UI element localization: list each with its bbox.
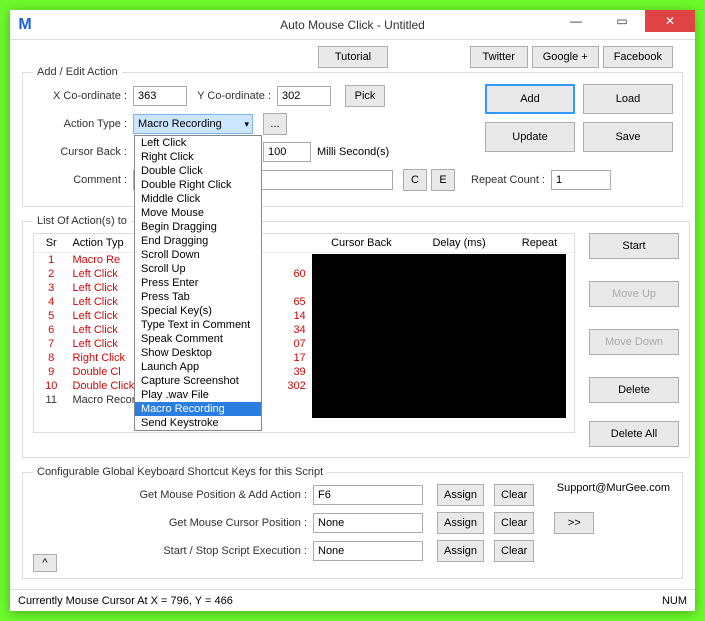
comment-label: Comment : [33, 174, 133, 186]
actions-table-area: Sr Action Typ Cursor Back Delay (ms) Rep… [33, 233, 575, 433]
actions-list-fieldset: List Of Action(s) to Sr Action Typ Curso… [22, 215, 690, 458]
google-button[interactable]: Google + [532, 46, 599, 68]
action-type-option[interactable]: Type Text in Comment [135, 318, 261, 332]
col-repeat: Repeat [505, 234, 574, 253]
action-type-option[interactable]: Scroll Up [135, 262, 261, 276]
titlebar: M Auto Mouse Click - Untitled — ▭ ✕ [10, 10, 695, 40]
action-type-value: Macro Recording [138, 118, 222, 130]
shortcut1-label: Get Mouse Position & Add Action : [33, 489, 313, 501]
c-button[interactable]: C [403, 169, 427, 191]
support-link[interactable]: Support@MurGee.com [557, 482, 670, 494]
action-type-label: Action Type : [33, 118, 133, 130]
shortcut3-label: Start / Stop Script Execution : [33, 545, 313, 557]
action-type-option[interactable]: End Dragging [135, 234, 261, 248]
top-links: Twitter Google + Facebook [470, 46, 673, 68]
col-sr: Sr [34, 234, 68, 253]
move-down-button[interactable]: Move Down [589, 329, 679, 355]
shortcut2-assign[interactable]: Assign [437, 512, 484, 534]
shortcut1-assign[interactable]: Assign [437, 484, 484, 506]
action-type-option[interactable]: Left Click [135, 136, 261, 150]
chevron-down-icon: ▾ [244, 119, 249, 130]
close-button[interactable]: ✕ [645, 10, 695, 32]
action-type-select[interactable]: Macro Recording ▾ Left ClickRight ClickD… [133, 114, 253, 134]
action-type-option[interactable]: Middle Click [135, 192, 261, 206]
status-text: Currently Mouse Cursor At X = 796, Y = 4… [18, 595, 233, 607]
action-type-option[interactable]: Double Right Click [135, 178, 261, 192]
shortcut3-clear[interactable]: Clear [494, 540, 534, 562]
y-coord-input[interactable] [277, 86, 331, 106]
action-type-option[interactable]: Scroll Down [135, 248, 261, 262]
repeat-count-label: Repeat Count : [455, 174, 551, 186]
action-type-option[interactable]: Show Desktop [135, 346, 261, 360]
col-delay: Delay (ms) [413, 234, 505, 253]
action-type-option[interactable]: Right Click [135, 150, 261, 164]
maximize-button[interactable]: ▭ [599, 10, 645, 32]
tutorial-button[interactable]: Tutorial [318, 46, 388, 68]
app-icon: M [10, 16, 40, 34]
start-button[interactable]: Start [589, 233, 679, 259]
facebook-button[interactable]: Facebook [603, 46, 673, 68]
move-up-button[interactable]: Move Up [589, 281, 679, 307]
twitter-button[interactable]: Twitter [470, 46, 528, 68]
app-window: M Auto Mouse Click - Untitled — ▭ ✕ Twit… [10, 10, 695, 611]
action-type-option[interactable]: Double Click [135, 164, 261, 178]
repeat-count-input[interactable] [551, 170, 611, 190]
delay-unit-label: Milli Second(s) [311, 146, 389, 158]
client-area: Twitter Google + Facebook Tutorial Add L… [10, 40, 695, 579]
delete-all-button[interactable]: Delete All [589, 421, 679, 447]
action-type-option[interactable]: Move Mouse [135, 206, 261, 220]
add-edit-action-fieldset: Add / Edit Action X Co-ordinate : Y Co-o… [22, 66, 683, 207]
shortcut2-input[interactable] [313, 513, 423, 533]
shortcut3-input[interactable] [313, 541, 423, 561]
action-type-option[interactable]: Send Keystroke [135, 416, 261, 430]
x-coord-input[interactable] [133, 86, 187, 106]
window-buttons: — ▭ ✕ [553, 10, 695, 32]
e-button[interactable]: E [431, 169, 455, 191]
action-type-option[interactable]: Macro Recording [135, 402, 261, 416]
list-side-buttons: Start Move Up Move Down Delete Delete Al… [575, 233, 679, 447]
action-type-option[interactable]: Play .wav File [135, 388, 261, 402]
add-edit-legend: Add / Edit Action [33, 66, 122, 78]
minimize-button[interactable]: — [553, 10, 599, 32]
col-cursor: Cursor Back [310, 234, 413, 253]
pick-button[interactable]: Pick [345, 85, 385, 107]
cursor-back-label: Cursor Back : [33, 146, 133, 158]
actions-list-legend: List Of Action(s) to [33, 215, 131, 227]
shortcut2-label: Get Mouse Cursor Position : [33, 517, 313, 529]
delay-input[interactable] [263, 142, 311, 162]
shortcut3-assign[interactable]: Assign [437, 540, 484, 562]
action-type-more-button[interactable]: ... [263, 113, 287, 135]
action-type-option[interactable]: Special Key(s) [135, 304, 261, 318]
x-coord-label: X Co-ordinate : [33, 90, 133, 102]
shortcut1-clear[interactable]: Clear [494, 484, 534, 506]
action-type-option[interactable]: Capture Screenshot [135, 374, 261, 388]
delete-button[interactable]: Delete [589, 377, 679, 403]
action-type-option[interactable]: Press Enter [135, 276, 261, 290]
action-type-dropdown[interactable]: Left ClickRight ClickDouble ClickDouble … [134, 135, 262, 431]
shortcuts-legend: Configurable Global Keyboard Shortcut Ke… [33, 466, 327, 478]
shortcuts-fieldset: Configurable Global Keyboard Shortcut Ke… [22, 466, 683, 579]
action-type-option[interactable]: Press Tab [135, 290, 261, 304]
shortcut2-clear[interactable]: Clear [494, 512, 534, 534]
collapse-button[interactable]: ^ [33, 554, 57, 572]
action-type-option[interactable]: Begin Dragging [135, 220, 261, 234]
shortcut1-input[interactable] [313, 485, 423, 505]
action-type-option[interactable]: Launch App [135, 360, 261, 374]
status-bar: Currently Mouse Cursor At X = 796, Y = 4… [10, 589, 695, 611]
preview-box [312, 254, 566, 418]
more-button[interactable]: >> [554, 512, 594, 534]
action-type-option[interactable]: Speak Comment [135, 332, 261, 346]
y-coord-label: Y Co-ordinate : [187, 90, 277, 102]
status-num: NUM [662, 595, 687, 607]
